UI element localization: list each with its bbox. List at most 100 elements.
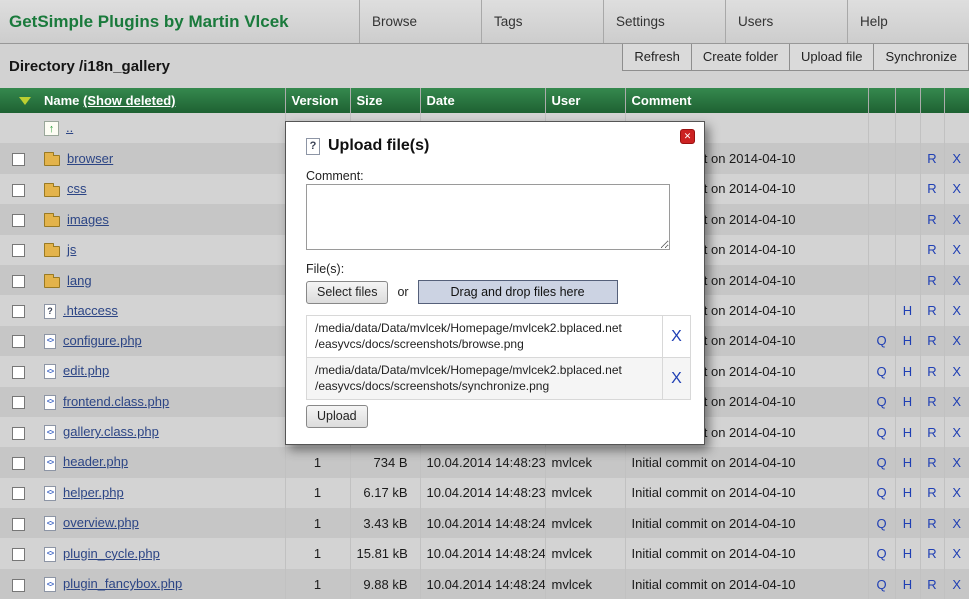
action-x-link[interactable]: X	[952, 455, 961, 470]
action-cell: X	[943, 356, 969, 387]
row-checkbox[interactable]	[12, 426, 25, 440]
row-checkbox[interactable]	[12, 548, 25, 562]
nav-item-users[interactable]: Users	[725, 0, 847, 43]
row-checkbox[interactable]	[12, 213, 25, 227]
file-name-link[interactable]: lang	[67, 273, 92, 288]
action-r-link[interactable]: R	[927, 455, 936, 470]
upload-button[interactable]: Upload	[306, 405, 368, 428]
action-h-link[interactable]: H	[903, 425, 912, 440]
row-checkbox[interactable]	[12, 244, 25, 258]
file-name-link[interactable]: edit.php	[63, 363, 109, 378]
action-x-link[interactable]: X	[952, 425, 961, 440]
action-h-link[interactable]: H	[903, 333, 912, 348]
action-q-link[interactable]: Q	[876, 425, 886, 440]
upload-file-button[interactable]: Upload file	[789, 44, 875, 71]
file-name-link[interactable]: js	[67, 242, 76, 257]
file-name-link[interactable]: ..	[66, 120, 73, 135]
row-checkbox[interactable]	[12, 365, 25, 379]
action-h-link[interactable]: H	[903, 364, 912, 379]
file-name-link[interactable]: overview.php	[63, 515, 139, 530]
action-r-link[interactable]: R	[927, 303, 936, 318]
row-checkbox[interactable]	[12, 396, 25, 410]
nav-item-settings[interactable]: Settings	[603, 0, 725, 43]
action-x-link[interactable]: X	[952, 181, 961, 196]
row-checkbox[interactable]	[12, 183, 25, 197]
action-h-link[interactable]: H	[903, 455, 912, 470]
action-h-link[interactable]: H	[903, 577, 912, 592]
row-checkbox[interactable]	[12, 305, 25, 319]
action-h-link[interactable]: H	[903, 303, 912, 318]
nav-item-tags[interactable]: Tags	[481, 0, 603, 43]
row-checkbox[interactable]	[12, 274, 25, 288]
action-r-link[interactable]: R	[927, 273, 936, 288]
remove-file-link[interactable]: X	[671, 328, 682, 346]
file-name-link[interactable]: plugin_cycle.php	[63, 546, 160, 561]
drag-drop-zone[interactable]: Drag and drop files here	[417, 280, 618, 304]
action-q-link[interactable]: Q	[876, 546, 886, 561]
action-q-link[interactable]: Q	[876, 577, 886, 592]
action-r-link[interactable]: R	[927, 394, 936, 409]
file-name-link[interactable]: images	[67, 212, 109, 227]
nav-item-help[interactable]: Help	[847, 0, 969, 43]
action-cell	[867, 204, 895, 235]
action-r-link[interactable]: R	[927, 242, 936, 257]
refresh-button[interactable]: Refresh	[622, 44, 692, 71]
file-name-link[interactable]: frontend.class.php	[63, 394, 169, 409]
action-r-link[interactable]: R	[927, 577, 936, 592]
file-name-link[interactable]: browser	[67, 151, 113, 166]
file-name-link[interactable]: .htaccess	[63, 303, 118, 318]
file-name-link[interactable]: plugin_fancybox.php	[63, 576, 182, 591]
action-r-link[interactable]: R	[927, 546, 936, 561]
action-x-link[interactable]: X	[952, 151, 961, 166]
action-q-link[interactable]: Q	[876, 333, 886, 348]
file-name-link[interactable]: helper.php	[63, 485, 124, 500]
action-x-link[interactable]: X	[952, 485, 961, 500]
file-name-link[interactable]: configure.php	[63, 333, 142, 348]
row-checkbox[interactable]	[12, 487, 25, 501]
action-r-link[interactable]: R	[927, 425, 936, 440]
select-files-button[interactable]: Select files	[306, 280, 389, 304]
action-q-link[interactable]: Q	[876, 364, 886, 379]
synchronize-button[interactable]: Synchronize	[873, 44, 969, 71]
action-h-link[interactable]: H	[903, 516, 912, 531]
action-r-link[interactable]: R	[927, 485, 936, 500]
action-x-link[interactable]: X	[952, 212, 961, 227]
action-x-link[interactable]: X	[952, 577, 961, 592]
action-x-link[interactable]: X	[952, 364, 961, 379]
sort-down-icon[interactable]	[19, 97, 31, 105]
action-x-link[interactable]: X	[952, 394, 961, 409]
action-q-link[interactable]: Q	[876, 455, 886, 470]
action-h-link[interactable]: H	[903, 394, 912, 409]
action-r-link[interactable]: R	[927, 151, 936, 166]
action-h-link[interactable]: H	[903, 485, 912, 500]
row-checkbox[interactable]	[12, 517, 25, 531]
action-x-link[interactable]: X	[952, 303, 961, 318]
action-q-link[interactable]: Q	[876, 516, 886, 531]
action-x-link[interactable]: X	[952, 273, 961, 288]
row-checkbox[interactable]	[12, 335, 25, 349]
row-checkbox[interactable]	[12, 153, 25, 167]
action-r-link[interactable]: R	[927, 516, 936, 531]
nav-item-browse[interactable]: Browse	[359, 0, 481, 43]
action-x-link[interactable]: X	[952, 546, 961, 561]
remove-file-link[interactable]: X	[671, 370, 682, 388]
action-q-link[interactable]: Q	[876, 394, 886, 409]
file-name-link[interactable]: header.php	[63, 454, 128, 469]
action-x-link[interactable]: X	[952, 242, 961, 257]
comment-textarea[interactable]	[306, 184, 670, 250]
action-x-link[interactable]: X	[952, 333, 961, 348]
action-r-link[interactable]: R	[927, 181, 936, 196]
row-checkbox[interactable]	[12, 578, 25, 592]
action-q-link[interactable]: Q	[876, 485, 886, 500]
action-h-link[interactable]: H	[903, 546, 912, 561]
file-name-link[interactable]: css	[67, 181, 87, 196]
action-r-link[interactable]: R	[927, 333, 936, 348]
action-r-link[interactable]: R	[927, 364, 936, 379]
file-name-link[interactable]: gallery.class.php	[63, 424, 159, 439]
action-r-link[interactable]: R	[927, 212, 936, 227]
close-icon[interactable]: ✕	[680, 129, 695, 144]
show-deleted-link[interactable]: (Show deleted)	[83, 93, 175, 108]
create-folder-button[interactable]: Create folder	[690, 44, 791, 71]
row-checkbox[interactable]	[12, 457, 25, 471]
action-x-link[interactable]: X	[952, 516, 961, 531]
